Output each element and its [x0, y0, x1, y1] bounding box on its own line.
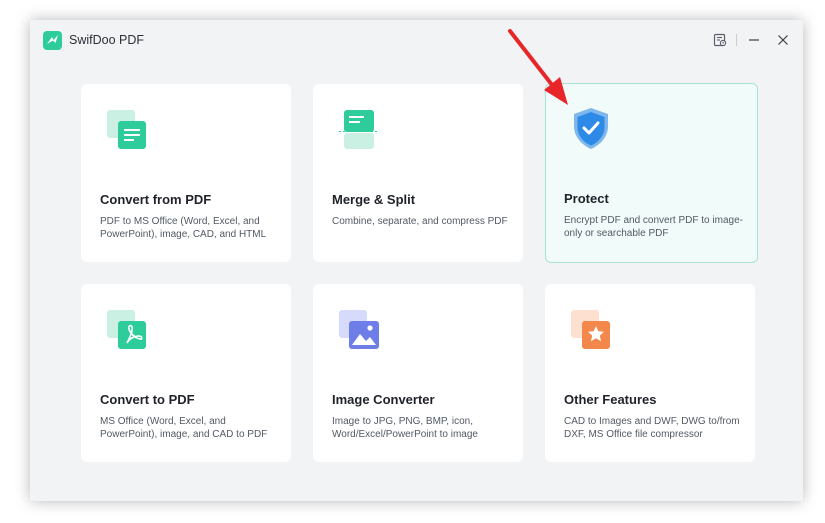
card-description: MS Office (Word, Excel, and PowerPoint),… — [100, 416, 268, 440]
swifdoo-logo-icon — [43, 31, 62, 50]
card-merge-split[interactable]: Merge & Split Combine, separate, and com… — [313, 84, 523, 262]
shield-check-icon — [574, 108, 608, 149]
title-bar: SwifDoo PDF — [30, 20, 803, 60]
card-title: Other Features — [564, 392, 657, 407]
card-description: Encrypt PDF and convert PDF to image-onl… — [564, 215, 743, 239]
card-convert-to-pdf[interactable]: Convert to PDF MS Office (Word, Excel, a… — [81, 284, 291, 462]
merge-split-icon — [339, 110, 379, 149]
card-description: PDF to MS Office (Word, Excel, and Power… — [100, 216, 267, 240]
card-title: Convert to PDF — [100, 392, 195, 407]
card-title: Image Converter — [332, 392, 435, 407]
convert-to-pdf-icon — [107, 310, 146, 349]
card-description: Image to JPG, PNG, BMP, icon, Word/Excel… — [332, 416, 478, 440]
app-title: SwifDoo PDF — [69, 33, 145, 47]
card-description: CAD to Images and DWF, DWG to/from DXF, … — [564, 416, 740, 440]
app-window: SwifDoo PDF Convert from PDF PDF to MS O… — [30, 20, 803, 501]
minimize-icon[interactable] — [744, 30, 764, 50]
card-title: Convert from PDF — [100, 192, 212, 207]
card-description: Combine, separate, and compress PDF — [332, 216, 508, 227]
card-convert-from-pdf[interactable]: Convert from PDF PDF to MS Office (Word,… — [81, 84, 291, 262]
close-icon[interactable] — [773, 30, 793, 50]
card-other-features[interactable]: Other Features CAD to Images and DWF, DW… — [545, 284, 755, 462]
card-title: Protect — [564, 191, 609, 206]
star-icon — [571, 310, 610, 349]
titlebar-divider — [736, 34, 737, 46]
convert-from-pdf-icon — [107, 110, 146, 149]
card-image-converter[interactable]: Image Converter Image to JPG, PNG, BMP, … — [313, 284, 523, 462]
card-title: Merge & Split — [332, 192, 416, 207]
history-icon[interactable] — [710, 30, 730, 50]
card-protect[interactable]: Protect Encrypt PDF and convert PDF to i… — [545, 83, 758, 263]
image-icon — [339, 310, 379, 349]
